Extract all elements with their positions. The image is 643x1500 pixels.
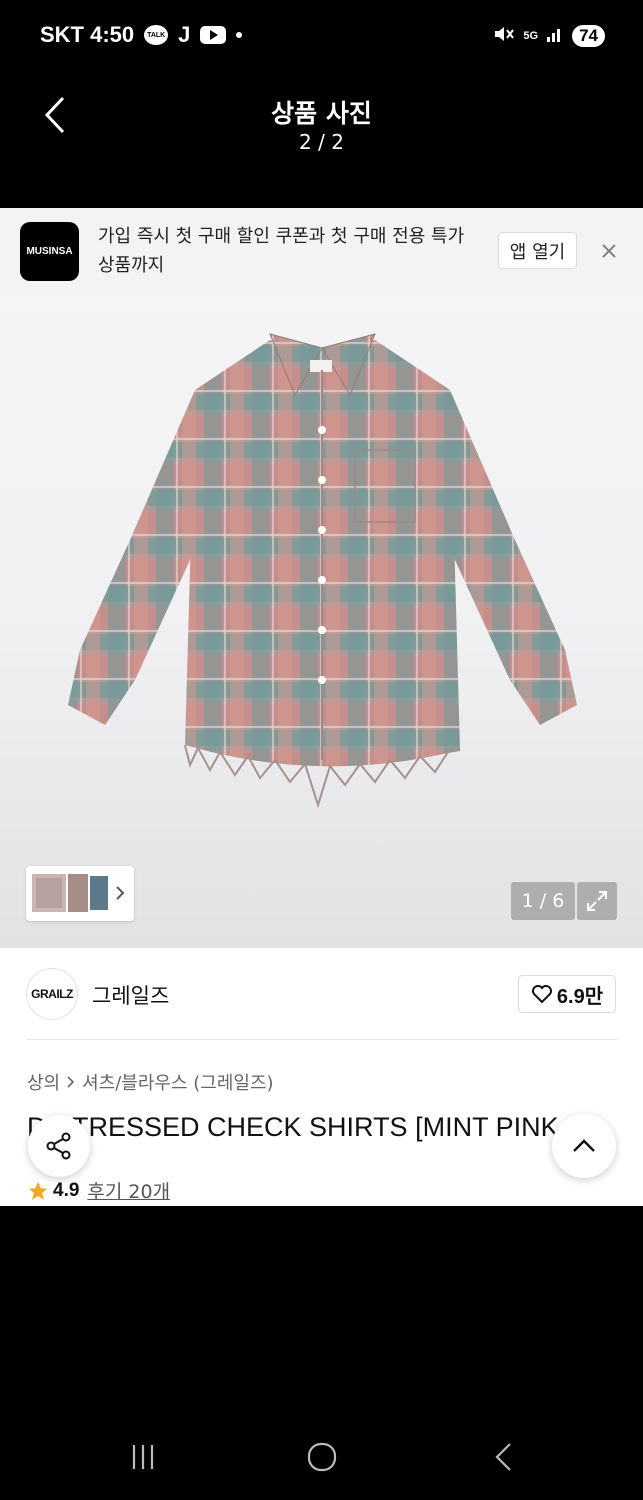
- chevron-right-icon: [116, 886, 125, 900]
- breadcrumb-category[interactable]: 상의: [27, 1069, 60, 1095]
- mute-icon: [493, 24, 515, 48]
- home-button[interactable]: [297, 1432, 347, 1482]
- heart-icon: [531, 985, 552, 1004]
- app-install-banner: MUSINSA 가입 즉시 첫 구매 할인 쿠폰과 첫 구매 전용 특가 상품까…: [0, 208, 643, 290]
- scroll-top-button[interactable]: [552, 1114, 616, 1178]
- j-app-icon: J: [178, 22, 191, 47]
- back-icon: [495, 1443, 511, 1471]
- banner-message: 가입 즉시 첫 구매 할인 쿠폰과 첫 구매 전용 특가 상품까지: [98, 226, 465, 276]
- status-bar: SKT 4:50 TALK J 5G 74: [0, 0, 643, 72]
- thumbnail-3[interactable]: [90, 876, 108, 910]
- breadcrumb: 상의 셔츠/블라우스 (그레일즈): [27, 1069, 274, 1095]
- breadcrumb-subcategory[interactable]: 셔츠/블라우스 (그레일즈): [82, 1069, 273, 1095]
- reviews-link[interactable]: 후기 20개: [87, 1177, 170, 1204]
- open-app-button[interactable]: 앱 열기: [498, 232, 577, 269]
- chevron-up-icon: [573, 1139, 595, 1152]
- product-page: MUSINSA 가입 즉시 첫 구매 할인 쿠폰과 첫 구매 전용 특가 상품까…: [0, 208, 643, 1206]
- product-title: DISTRESSED CHECK SHIRTS [MINT PINK]: [27, 1112, 557, 1142]
- system-nav-bar: [0, 1410, 643, 1500]
- expand-icon: [587, 891, 607, 911]
- like-count: 6.9만: [556, 985, 604, 1008]
- close-banner-button[interactable]: [596, 238, 622, 264]
- share-button[interactable]: [28, 1115, 90, 1177]
- viewer-header: 상품 사진 2 / 2: [0, 72, 643, 208]
- brand-logo[interactable]: GRAILZ: [26, 968, 78, 1020]
- chevron-right-icon: [67, 1076, 75, 1088]
- recent-apps-icon: [132, 1445, 154, 1469]
- carrier-time: SKT 4:50: [40, 22, 135, 47]
- page-title: 상품 사진: [271, 99, 372, 128]
- share-icon: [46, 1132, 71, 1160]
- image-counter: 1 / 6: [511, 882, 575, 920]
- thumbnail-2[interactable]: [68, 874, 88, 912]
- close-icon: [602, 244, 616, 258]
- battery-icon: 74: [572, 25, 605, 47]
- divider: [26, 1039, 617, 1040]
- fullscreen-button[interactable]: [577, 882, 617, 920]
- system-back-button[interactable]: [478, 1432, 528, 1482]
- star-icon: [28, 1181, 48, 1200]
- thumbnail-strip[interactable]: [26, 866, 134, 921]
- musinsa-logo: MUSINSA: [20, 222, 79, 281]
- page-indicator: 2 / 2: [299, 130, 344, 154]
- brand-row: GRAILZ 그레일즈 6.9만: [0, 948, 643, 1040]
- kakaotalk-icon: TALK: [144, 25, 169, 45]
- brand-name[interactable]: 그레일즈: [92, 980, 169, 1010]
- plaid-shirt-image: [68, 333, 577, 809]
- home-icon: [307, 1442, 337, 1472]
- recent-apps-button[interactable]: [118, 1432, 168, 1482]
- product-photo[interactable]: MUSINSA 가입 즉시 첫 구매 할인 쿠폰과 첫 구매 전용 특가 상품까…: [0, 208, 643, 948]
- network-5g-icon: 5G: [523, 30, 539, 42]
- more-notifications-icon: [236, 32, 243, 38]
- like-button[interactable]: 6.9만: [518, 975, 616, 1013]
- rating-value: 4.9: [53, 1179, 80, 1201]
- youtube-icon: [200, 26, 227, 44]
- rating-row: 4.9 후기 20개: [27, 1177, 170, 1204]
- signal-icon: [546, 25, 564, 47]
